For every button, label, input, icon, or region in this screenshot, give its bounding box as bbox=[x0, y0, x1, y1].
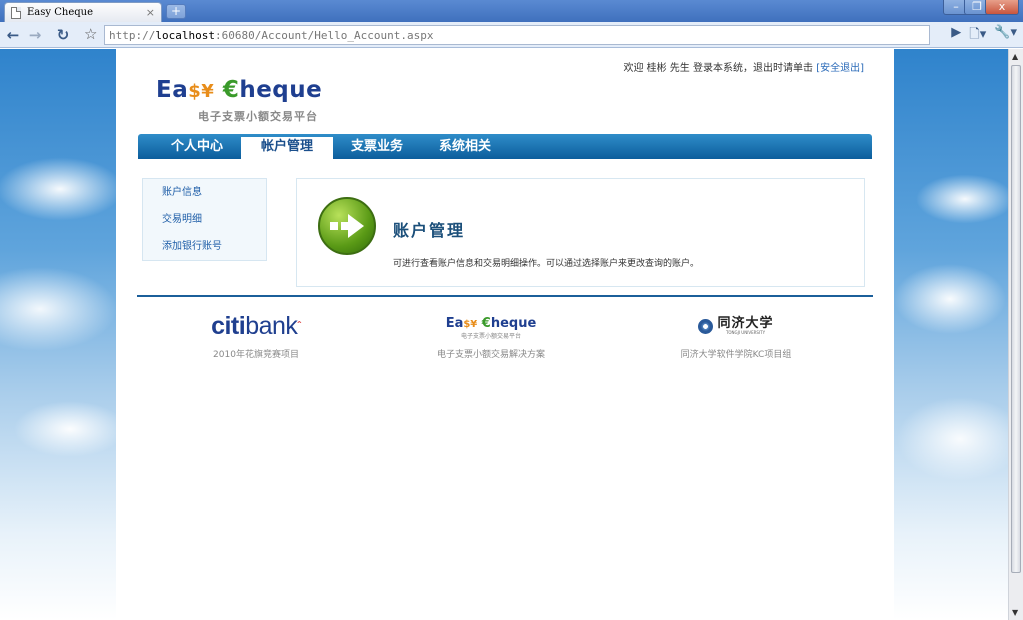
partner-tongji: 同济大学 TONGJI UNIVERSITY 同济大学软件学院KC项目组 bbox=[636, 311, 836, 360]
partner-easycheque: Ea$¥ €heque 电子支票小额交易平台 电子支票小额交易解决方案 bbox=[391, 311, 591, 360]
logo-euro-symbol: € bbox=[222, 77, 240, 103]
info-title: 账户管理 bbox=[393, 221, 466, 240]
page-icon bbox=[11, 6, 21, 19]
info-description: 可进行查看账户信息和交易明细操作。可以通过选择账户来更改查询的账户。 bbox=[393, 259, 700, 269]
info-panel: 账户管理 可进行查看账户信息和交易明细操作。可以通过选择账户来更改查询的账户。 bbox=[296, 178, 865, 287]
window-close-button[interactable]: x bbox=[985, 0, 1019, 15]
easycheque-logo: Ea$¥ €heque bbox=[445, 316, 537, 331]
site-subtitle: 电子支票小额交易平台 bbox=[198, 110, 318, 123]
url-path: :60680/Account/Hello_Account.aspx bbox=[214, 28, 434, 42]
scrollbar-thumb[interactable] bbox=[1011, 65, 1021, 573]
vertical-scrollbar[interactable]: ▲ ▼ bbox=[1008, 49, 1023, 620]
tongji-seal-icon bbox=[698, 318, 714, 334]
logout-link[interactable]: [安全退出] bbox=[816, 63, 864, 74]
tongji-name: 同济大学 bbox=[717, 316, 774, 331]
address-bar[interactable]: http://localhost:60680/Account/Hello_Acc… bbox=[104, 25, 930, 45]
site-logo[interactable]: Ea$¥ €heque bbox=[156, 77, 322, 103]
tab-title: Easy Cheque bbox=[27, 7, 93, 18]
welcome-bar: 欢迎 桂彬 先生 登录本系统，退出时请单击 [安全退出] bbox=[623, 59, 864, 74]
browser-toolbar: ← → ↻ ☆ http://localhost:60680/Account/H… bbox=[0, 22, 1023, 48]
nav-account-management[interactable]: 帐户管理 bbox=[241, 137, 334, 159]
logo-text-heque: heque bbox=[239, 77, 323, 103]
page-viewport: 欢迎 桂彬 先生 登录本系统，退出时请单击 [安全退出] Ea$¥ €heque… bbox=[0, 49, 1008, 620]
browser-tabstrip: Easy Cheque × + – ❐ x bbox=[0, 0, 1023, 22]
page-container: 欢迎 桂彬 先生 登录本系统，退出时请单击 [安全退出] Ea$¥ €heque… bbox=[116, 49, 894, 620]
wrench-menu-icon[interactable]: 🔧▾ bbox=[994, 25, 1017, 47]
citibank-logo: citibankˆ bbox=[211, 312, 301, 340]
browser-tab[interactable]: Easy Cheque × bbox=[4, 2, 162, 22]
welcome-text: 欢迎 桂彬 先生 登录本系统，退出时请单击 bbox=[623, 63, 813, 74]
browser-menus: ▶ 🗋▾ 🔧▾ bbox=[951, 25, 1017, 47]
footer-divider bbox=[137, 295, 873, 297]
page-menu-icon[interactable]: 🗋▾ bbox=[969, 25, 986, 47]
bookmark-star-icon[interactable]: ☆ bbox=[84, 25, 97, 43]
main-navigation: 个人中心 帐户管理 支票业务 系统相关 bbox=[138, 134, 872, 159]
nav-cheque-business[interactable]: 支票业务 bbox=[333, 134, 421, 159]
side-link-account-info[interactable]: 账户信息 bbox=[143, 185, 266, 212]
forward-arrow-icon[interactable]: → bbox=[24, 24, 46, 46]
partner-caption: 同济大学软件学院KC项目组 bbox=[680, 350, 792, 360]
go-icon[interactable]: ▶ bbox=[951, 25, 961, 47]
scroll-down-icon[interactable]: ▼ bbox=[1012, 608, 1018, 617]
logo-text-ea: Ea bbox=[156, 77, 189, 103]
logo-currency-symbols: $¥ bbox=[188, 81, 215, 102]
reload-icon[interactable]: ↻ bbox=[52, 24, 74, 46]
side-link-transactions[interactable]: 交易明细 bbox=[143, 212, 266, 239]
scroll-up-icon[interactable]: ▲ bbox=[1012, 52, 1018, 61]
url-scheme: http:// bbox=[109, 28, 156, 42]
tongji-logo: 同济大学 TONGJI UNIVERSITY bbox=[636, 311, 836, 341]
partner-caption: 2010年花旗竞赛项目 bbox=[213, 350, 299, 360]
right-arrow-icon bbox=[318, 197, 376, 255]
nav-system[interactable]: 系统相关 bbox=[421, 134, 509, 159]
close-tab-icon[interactable]: × bbox=[146, 6, 155, 19]
partner-citibank: citibankˆ 2010年花旗竞赛项目 bbox=[156, 311, 356, 360]
back-arrow-icon[interactable]: ← bbox=[2, 24, 24, 46]
partner-caption: 电子支票小额交易解决方案 bbox=[436, 350, 545, 360]
side-menu: 账户信息 交易明细 添加银行账号 bbox=[142, 178, 267, 261]
easycheque-subtitle: 电子支票小额交易平台 bbox=[460, 333, 521, 340]
nav-personal-center[interactable]: 个人中心 bbox=[153, 134, 241, 159]
url-host: localhost bbox=[155, 28, 215, 42]
new-tab-button[interactable]: + bbox=[166, 4, 186, 19]
side-link-add-bank-account[interactable]: 添加银行账号 bbox=[143, 239, 266, 266]
